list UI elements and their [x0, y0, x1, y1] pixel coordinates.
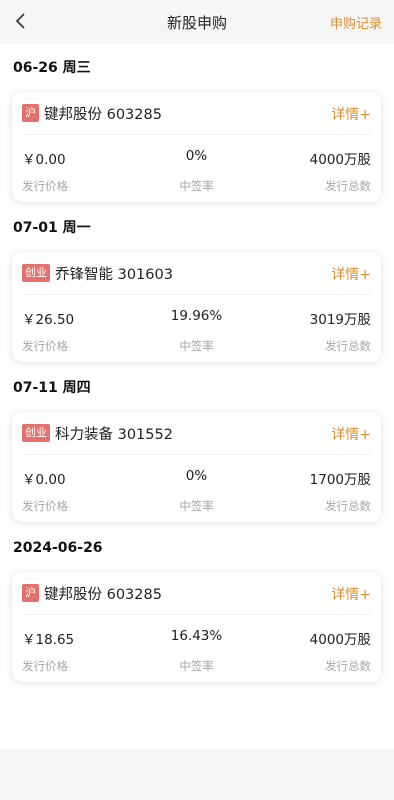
market-tag: 沪 — [22, 584, 39, 602]
value-row: ￥18.65 16.43% 4000万股 — [22, 628, 371, 648]
card-divider — [22, 454, 371, 455]
detail-link[interactable]: 详情+ — [331, 584, 371, 604]
winning-rate-label: 中签率 — [179, 499, 214, 513]
market-tag: 创业 — [22, 264, 50, 282]
winning-rate-label: 中签率 — [179, 179, 214, 193]
ipo-list: 06-26 周三 沪 键邦股份 603285 详情+ ￥0.00 0% 4000… — [0, 44, 394, 749]
label-row: 发行价格 中签率 发行总数 — [22, 658, 371, 674]
card-divider — [22, 134, 371, 135]
stock-name: 科力装备 301552 — [55, 426, 173, 443]
winning-rate-label: 中签率 — [179, 659, 214, 673]
card-divider — [22, 294, 371, 295]
issue-total-label: 发行总数 — [325, 499, 371, 513]
bottom-blank-area — [0, 749, 394, 800]
ipo-card[interactable]: 沪 键邦股份 603285 详情+ ￥0.00 0% 4000万股 发行价格 中… — [12, 92, 381, 202]
card-header: 创业 乔锋智能 301603 — [22, 262, 371, 284]
winning-rate-label: 中签率 — [179, 339, 214, 353]
group-date: 07-01 周一 — [13, 220, 91, 236]
group-date: 06-26 周三 — [13, 60, 91, 76]
issue-total-value: 3019万股 — [309, 312, 371, 328]
label-row: 发行价格 中签率 发行总数 — [22, 178, 371, 194]
label-row: 发行价格 中签率 发行总数 — [22, 338, 371, 354]
card-header: 沪 键邦股份 603285 — [22, 102, 371, 124]
card-header: 创业 科力装备 301552 — [22, 422, 371, 444]
ipo-card[interactable]: 创业 科力装备 301552 详情+ ￥0.00 0% 1700万股 发行价格 … — [12, 412, 381, 522]
market-tag: 创业 — [22, 424, 50, 442]
stock-name: 乔锋智能 301603 — [55, 266, 173, 283]
detail-link[interactable]: 详情+ — [331, 424, 371, 444]
stock-name: 键邦股份 603285 — [44, 106, 162, 123]
group-date: 2024-06-26 — [13, 540, 103, 556]
top-nav-bar: 新股申购 申购记录 — [0, 0, 394, 44]
card-divider — [22, 614, 371, 615]
group-date: 07-11 周四 — [13, 380, 91, 396]
detail-link[interactable]: 详情+ — [331, 264, 371, 284]
card-header: 沪 键邦股份 603285 — [22, 582, 371, 604]
issue-total-value: 1700万股 — [309, 472, 371, 488]
detail-link[interactable]: 详情+ — [331, 104, 371, 124]
ipo-card[interactable]: 创业 乔锋智能 301603 详情+ ￥26.50 19.96% 3019万股 … — [12, 252, 381, 362]
stock-name: 键邦股份 603285 — [44, 586, 162, 603]
issue-total-label: 发行总数 — [325, 179, 371, 193]
issue-total-value: 4000万股 — [309, 152, 371, 168]
issue-total-value: 4000万股 — [309, 632, 371, 648]
value-row: ￥0.00 0% 4000万股 — [22, 148, 371, 168]
ipo-card[interactable]: 沪 键邦股份 603285 详情+ ￥18.65 16.43% 4000万股 发… — [12, 572, 381, 682]
subscription-records-link[interactable]: 申购记录 — [330, 13, 382, 32]
market-tag: 沪 — [22, 104, 39, 122]
label-row: 发行价格 中签率 发行总数 — [22, 498, 371, 514]
value-row: ￥0.00 0% 1700万股 — [22, 468, 371, 488]
issue-total-label: 发行总数 — [325, 659, 371, 673]
issue-total-label: 发行总数 — [325, 339, 371, 353]
value-row: ￥26.50 19.96% 3019万股 — [22, 308, 371, 328]
